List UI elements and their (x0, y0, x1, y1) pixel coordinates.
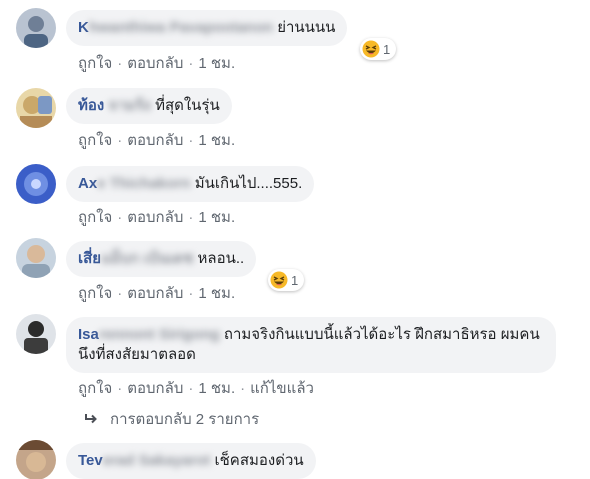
comment-author-blurred[interactable]: แม็บก เบ้นเดช (101, 250, 193, 267)
reaction-count: 1 (291, 272, 299, 288)
comment-author-blurred[interactable]: จามร้ง (104, 97, 151, 114)
comment-actions: ถูกใจ · ตอบกลับ · 1 ชม. (78, 132, 236, 149)
like-link[interactable]: ถูกใจ (78, 132, 112, 149)
reply-link[interactable]: ตอบกลับ (127, 285, 183, 302)
avatar[interactable] (16, 8, 56, 48)
timestamp[interactable]: 1 ชม. (198, 132, 235, 149)
timestamp[interactable]: 1 ชม. (198, 380, 235, 397)
reply-link[interactable]: ตอบกลับ (127, 209, 183, 226)
avatar[interactable] (16, 88, 56, 128)
laughing-emoji-icon (270, 271, 288, 289)
comment-author[interactable]: K (78, 19, 89, 36)
comment-author[interactable]: ท้อง (78, 97, 104, 114)
comment-actions: ถูกใจ · ตอบกลับ · 1 ชม. (78, 55, 236, 72)
comment-text: เช็คสมองด่วน (214, 452, 304, 469)
timestamp[interactable]: 1 ชม. (198, 209, 235, 226)
view-replies-label[interactable]: การตอบกลับ 2 รายการ (110, 407, 259, 431)
avatar[interactable] (16, 440, 56, 479)
like-link[interactable]: ถูกใจ (78, 380, 112, 397)
comment-bubble: เสี่ยแม็บก เบ้นเดช หลอน.. (66, 241, 257, 277)
comment-text: ย่านนนน (277, 19, 336, 36)
reply-link[interactable]: ตอบกลับ (127, 380, 183, 397)
reaction-badge[interactable]: 1 (268, 269, 305, 291)
avatar[interactable] (16, 238, 56, 278)
view-replies-link[interactable]: การตอบกลับ 2 รายการ (84, 407, 259, 431)
comment-author[interactable]: เสี่ย (78, 250, 101, 267)
reaction-badge[interactable]: 1 (360, 38, 397, 60)
laughing-emoji-icon (362, 40, 380, 58)
reply-link[interactable]: ตอบกลับ (127, 55, 183, 72)
timestamp[interactable]: 1 ชม. (198, 285, 235, 302)
like-link[interactable]: ถูกใจ (78, 209, 112, 226)
comment-text: มันเกินไป....555. (194, 175, 303, 192)
comment-bubble: Teverad Sakayarot เช็คสมองด่วน (66, 443, 316, 479)
comment-bubble: ท้อง จามร้ง ที่สุดในรุ่น (66, 88, 232, 124)
avatar[interactable] (16, 164, 56, 204)
reply-arrow-icon (85, 414, 97, 424)
comment-actions: ถูกใจ · ตอบกลับ · 1 ชม. · แก้ไขแล้ว (78, 380, 314, 397)
comment-author[interactable]: Ax (78, 175, 97, 192)
timestamp[interactable]: 1 ชม. (198, 55, 235, 72)
comment-text: หลอน.. (197, 250, 245, 267)
comment-bubble: Isarennont Sirigong ถามจริงกินแบบนี้แล้ว… (66, 317, 556, 373)
comment-author-blurred[interactable]: hwanthiwa Pavapootanon (89, 19, 273, 36)
comment-bubble: Khwanthiwa Pavapootanon ย่านนนน (66, 10, 348, 46)
comment-author[interactable]: Tev (78, 452, 103, 469)
reaction-count: 1 (383, 41, 391, 57)
edited-label[interactable]: แก้ไขแล้ว (250, 380, 314, 397)
comment-actions: ถูกใจ · ตอบกลับ · 1 ชม. (78, 285, 236, 302)
comment-author-blurred[interactable]: e Thichakorn (97, 175, 190, 192)
comment-text: ที่สุดในรุ่น (155, 97, 220, 114)
comment-author[interactable]: Isa (78, 326, 99, 343)
comment-actions: ถูกใจ · ตอบกลับ · 1 ชม. (78, 209, 236, 226)
like-link[interactable]: ถูกใจ (78, 285, 112, 302)
reply-link[interactable]: ตอบกลับ (127, 132, 183, 149)
comment-author-blurred[interactable]: erad Sakayarot (103, 452, 211, 469)
like-link[interactable]: ถูกใจ (78, 55, 112, 72)
avatar[interactable] (16, 314, 56, 354)
comment-author-blurred[interactable]: rennont Sirigong (99, 326, 220, 343)
comment-bubble: Axe Thichakorn มันเกินไป....555. (66, 166, 315, 202)
